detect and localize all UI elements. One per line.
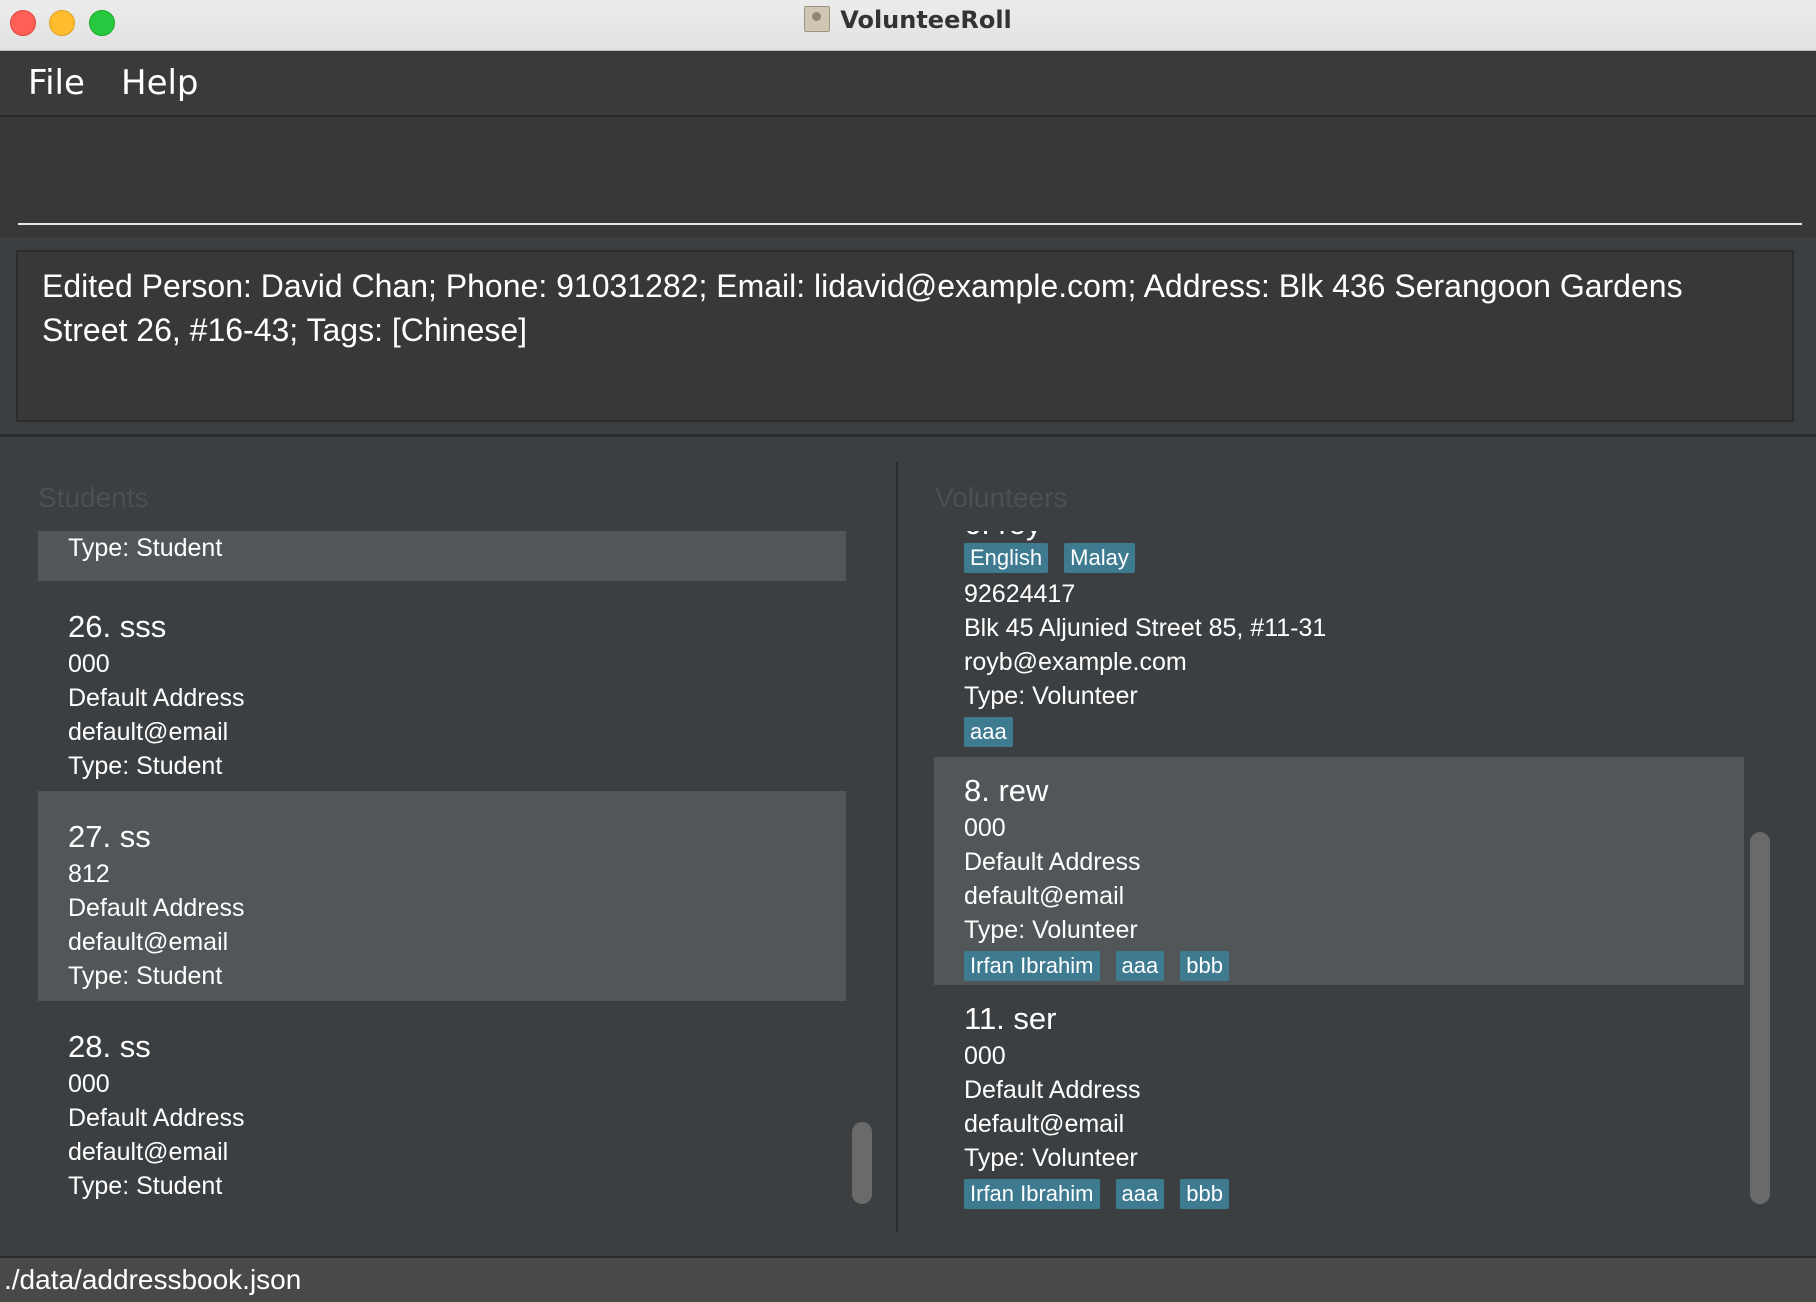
result-text: Edited Person: David Chan; Phone: 910312… (42, 264, 1732, 352)
tag: aaa (1115, 951, 1165, 981)
volunteer-tags: aaa (964, 717, 1744, 747)
volunteer-language-tags: English Malay (964, 543, 1744, 573)
volunteer-type: Type: Volunteer (964, 916, 1138, 944)
students-scrollbar[interactable] (852, 1122, 872, 1204)
volunteer-address: Default Address (964, 848, 1141, 876)
tag: English (964, 543, 1049, 573)
volunteer-tags: Irfan Ibrahim aaa bbb (964, 1179, 1744, 1209)
volunteer-email: default@email (964, 882, 1125, 910)
student-type: Type: Student (68, 1172, 223, 1200)
student-email: default@email (68, 1138, 229, 1166)
student-type: Type: Student (68, 752, 223, 780)
volunteer-phone: 000 (964, 814, 1006, 842)
student-name: 26. sss (68, 609, 167, 644)
tag: Irfan Ibrahim (964, 951, 1100, 981)
title-bar: VolunteeRoll (0, 0, 1816, 51)
list-item[interactable]: 6. roy English Malay 92624417 Blk 45 Alj… (934, 531, 1744, 747)
menu-bar: File Help (0, 51, 1816, 117)
tag: bbb (1180, 951, 1229, 981)
student-name: 27. ss (68, 819, 151, 854)
volunteer-email: default@email (964, 1110, 1125, 1138)
student-address: Default Address (68, 684, 245, 712)
app-window: VolunteeRoll File Help Edited Person: Da… (0, 0, 1816, 1302)
volunteer-email: royb@example.com (964, 648, 1187, 676)
list-item[interactable]: 8. rew 000 Default Address default@email… (934, 757, 1744, 985)
tag: bbb (1180, 1179, 1229, 1209)
save-location: ./data/addressbook.json (4, 1264, 302, 1295)
volunteer-address: Default Address (964, 1076, 1141, 1104)
students-label: Students (38, 482, 149, 513)
result-line-1: Edited Person: David Chan; Phone: 910312… (42, 268, 1683, 304)
menu-file[interactable]: File (28, 63, 85, 103)
list-item[interactable]: 26. sss 000 Default Address default@emai… (38, 581, 846, 791)
tag: Malay (1064, 543, 1135, 573)
volunteer-name: 8. rew (964, 773, 1049, 808)
volunteer-type: Type: Volunteer (964, 1144, 1138, 1172)
student-type: Type: Student (68, 534, 223, 562)
menu-help[interactable]: Help (121, 63, 199, 103)
student-phone: 000 (68, 1070, 110, 1098)
volunteer-tags: Irfan Ibrahim aaa bbb (964, 951, 1744, 981)
tag: Irfan Ibrahim (964, 1179, 1100, 1209)
volunteer-name: 11. ser (964, 1001, 1057, 1036)
volunteers-scrollbar[interactable] (1750, 832, 1770, 1204)
student-email: default@email (68, 718, 229, 746)
panel-divider[interactable] (896, 462, 898, 1232)
volunteers-label: Volunteers (935, 482, 1068, 513)
address-book-icon (804, 6, 831, 32)
list-item[interactable]: 11. ser 000 Default Address default@emai… (934, 985, 1744, 1212)
volunteers-list[interactable]: 6. roy English Malay 92624417 Blk 45 Alj… (934, 531, 1744, 1212)
student-email: default@email (68, 928, 229, 956)
student-type: Type: Student (68, 962, 223, 990)
status-bar: ./data/addressbook.json (0, 1256, 1816, 1302)
student-address: Default Address (68, 894, 245, 922)
students-list[interactable]: Type: Student 26. sss 000 Default Addres… (38, 531, 846, 1212)
list-item[interactable]: Type: Student (38, 531, 846, 581)
student-address: Default Address (68, 1104, 245, 1132)
result-line-2: Street 26, #16-43; Tags: [Chinese] (42, 312, 528, 348)
student-name: 28. ss (68, 1029, 151, 1064)
volunteer-address: Blk 45 Aljunied Street 85, #11-31 (964, 614, 1327, 642)
tag: aaa (1115, 1179, 1165, 1209)
student-phone: 000 (68, 650, 110, 678)
divider (0, 434, 1816, 437)
volunteer-name: 6. roy (964, 531, 1744, 539)
command-input[interactable] (18, 137, 1802, 225)
list-item[interactable]: 27. ss 812 Default Address default@email… (38, 791, 846, 1001)
result-display: Edited Person: David Chan; Phone: 910312… (16, 250, 1794, 422)
window-title-wrap: VolunteeRoll (0, 6, 1816, 34)
volunteer-phone: 92624417 (964, 580, 1076, 608)
tag: aaa (964, 717, 1013, 747)
student-phone: 812 (68, 860, 110, 888)
volunteer-type: Type: Volunteer (964, 682, 1138, 710)
list-item[interactable]: 28. ss 000 Default Address default@email… (38, 1001, 846, 1212)
command-box (0, 117, 1816, 237)
window-title: VolunteeRoll (840, 6, 1012, 34)
volunteer-phone: 000 (964, 1042, 1006, 1070)
